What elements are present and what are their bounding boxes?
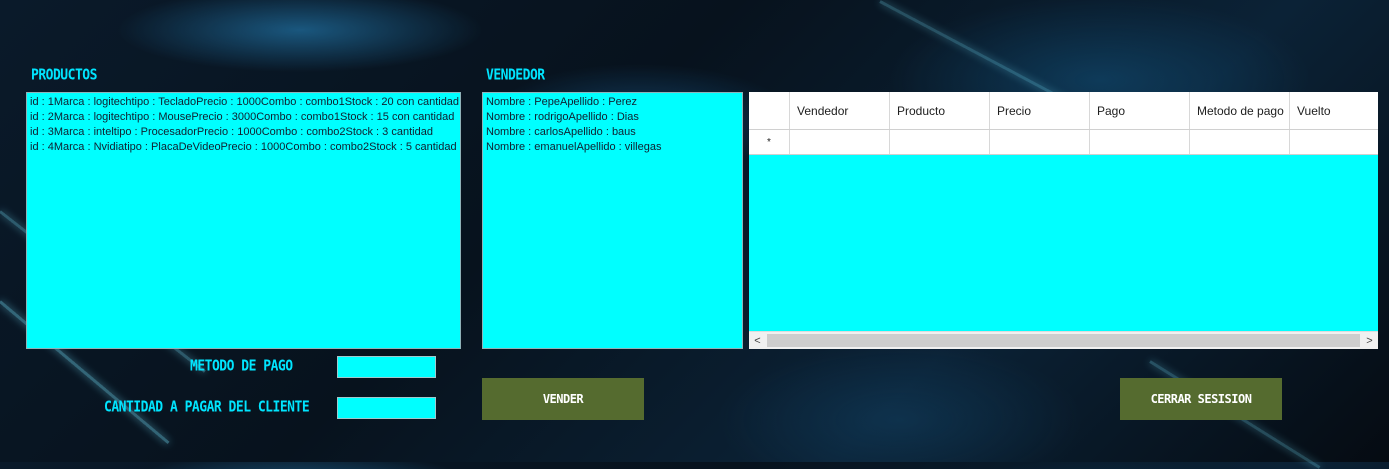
scroll-right-icon[interactable]: >	[1361, 332, 1378, 349]
list-item[interactable]: id : 4Marca : Nvidiatipo : PlacaDeVideoP…	[30, 140, 457, 155]
metodo-pago-input[interactable]	[337, 356, 436, 378]
list-item[interactable]: id : 1Marca : logitechtipo : TecladoPrec…	[30, 95, 459, 110]
grid-header: Vendedor Producto Precio Pago Metodo de …	[749, 92, 1378, 130]
table-cell[interactable]	[1090, 130, 1190, 154]
new-row-marker[interactable]: *	[749, 130, 790, 154]
column-header-precio[interactable]: Precio	[990, 92, 1090, 129]
table-cell[interactable]	[990, 130, 1090, 154]
table-cell[interactable]	[790, 130, 890, 154]
vendedor-listbox[interactable]: Nombre : PepeApellido : Perez Nombre : r…	[482, 92, 743, 349]
list-item[interactable]: id : 3Marca : inteltipo : ProcesadorPrec…	[30, 125, 457, 140]
productos-label: PRODUCTOS	[31, 66, 97, 85]
table-row[interactable]: *	[749, 130, 1378, 155]
scroll-left-icon[interactable]: <	[749, 332, 766, 349]
cantidad-input[interactable]	[337, 397, 436, 419]
list-item[interactable]: Nombre : rodrigoApellido : Dias	[486, 110, 739, 125]
list-item[interactable]: id : 2Marca : logitechtipo : MousePrecio…	[30, 110, 457, 125]
column-header-producto[interactable]: Producto	[890, 92, 990, 129]
table-cell[interactable]	[1290, 130, 1378, 154]
vendedor-label: VENDEDOR	[486, 66, 545, 85]
table-cell[interactable]	[1190, 130, 1290, 154]
cerrar-sesion-button[interactable]: CERRAR SESISION	[1120, 378, 1282, 420]
list-item[interactable]: Nombre : carlosApellido : baus	[486, 125, 739, 140]
productos-listbox[interactable]: id : 1Marca : logitechtipo : TecladoPrec…	[26, 92, 461, 349]
scroll-thumb[interactable]	[767, 334, 1360, 347]
metodo-pago-label: METODO DE PAGO	[190, 357, 293, 376]
column-header-metodo-pago[interactable]: Metodo de pago	[1190, 92, 1290, 129]
column-header-pago[interactable]: Pago	[1090, 92, 1190, 129]
column-header-vendedor[interactable]: Vendedor	[790, 92, 890, 129]
vender-button[interactable]: VENDER	[482, 378, 644, 420]
horizontal-scrollbar[interactable]: < >	[749, 331, 1378, 349]
table-cell[interactable]	[890, 130, 990, 154]
list-item[interactable]: Nombre : PepeApellido : Perez	[486, 95, 739, 110]
ventas-grid[interactable]: Vendedor Producto Precio Pago Metodo de …	[749, 92, 1378, 349]
column-header-vuelto[interactable]: Vuelto	[1290, 92, 1378, 129]
list-item[interactable]: Nombre : emanuelApellido : villegas	[486, 140, 739, 155]
row-header-corner[interactable]	[749, 92, 790, 129]
cantidad-label: CANTIDAD A PAGAR DEL CLIENTE	[104, 398, 310, 417]
